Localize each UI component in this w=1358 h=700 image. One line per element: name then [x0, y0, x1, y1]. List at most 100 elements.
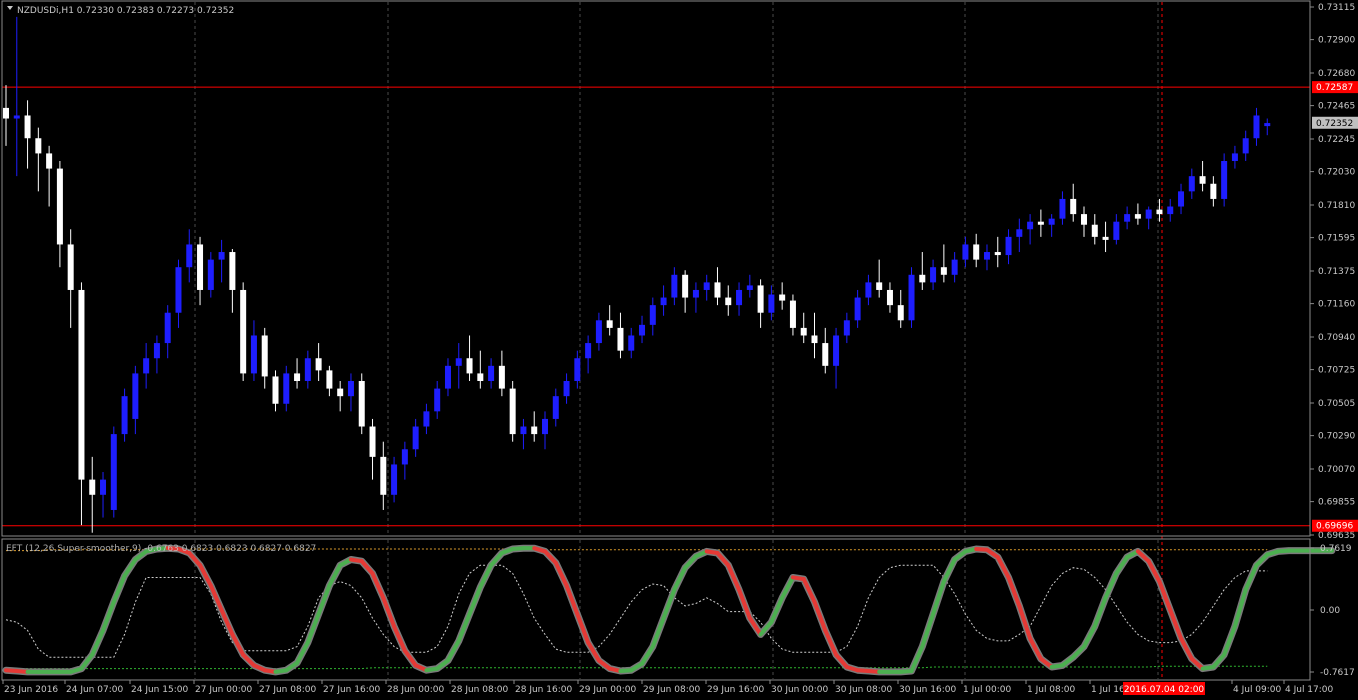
time-tick-label: 24 Jun 07:00 — [66, 685, 123, 695]
candle-body — [412, 426, 419, 450]
candle-body — [606, 320, 613, 328]
candle-body — [24, 115, 31, 139]
candle-body — [121, 396, 128, 435]
upper-level-label: 0.72587 — [1316, 83, 1353, 93]
candle-body — [272, 376, 279, 404]
price-tick-label: 0.73115 — [1318, 3, 1355, 13]
crosshair-time-label: 2016.07.04 02:00 — [1124, 685, 1205, 695]
candle-body — [574, 358, 581, 381]
time-tick-label: 24 Jun 15:00 — [131, 685, 188, 695]
candle-body — [132, 373, 139, 419]
time-tick-label: 30 Jun 00:00 — [771, 685, 828, 695]
candle-body — [800, 327, 807, 336]
candle-body — [736, 289, 743, 306]
candle-body — [175, 267, 182, 313]
candle-body — [488, 365, 495, 381]
candle-body — [229, 252, 236, 290]
candle-body — [143, 358, 150, 374]
candle-body — [380, 456, 387, 495]
candle-body — [315, 358, 322, 371]
candle-body — [1231, 153, 1238, 161]
candle-body — [940, 267, 947, 275]
candle-body — [1221, 161, 1228, 199]
candle-body — [304, 358, 311, 381]
time-tick-label: 29 Jun 16:00 — [707, 685, 764, 695]
candle[interactable] — [1221, 153, 1228, 207]
candle-body — [46, 153, 53, 169]
candle[interactable] — [121, 388, 128, 442]
candle-body — [67, 244, 74, 290]
candle-body — [423, 411, 430, 427]
candle-body — [444, 365, 451, 389]
current-price-label: 0.72352 — [1316, 119, 1353, 129]
candle-body — [250, 335, 257, 374]
candle-body — [153, 343, 160, 359]
candle-body — [56, 168, 63, 245]
candle-body — [973, 244, 980, 260]
candle-body — [757, 285, 764, 313]
candle-body — [434, 388, 441, 412]
candle-body — [585, 343, 592, 359]
candle-body — [89, 479, 96, 495]
price-tick-label: 0.72465 — [1318, 102, 1355, 112]
candle-body — [3, 107, 9, 119]
candle-body — [789, 300, 796, 328]
candle-body — [639, 324, 646, 336]
price-tick-label: 0.72030 — [1318, 168, 1355, 178]
time-tick-label: 29 Jun 00:00 — [579, 685, 636, 695]
candle[interactable] — [358, 373, 365, 435]
candle-body — [1124, 214, 1131, 222]
time-tick-label: 1 Jul 16 — [1091, 685, 1125, 695]
candle-body — [13, 115, 20, 119]
price-tick-label: 0.70290 — [1318, 432, 1355, 442]
candle-body — [692, 289, 699, 298]
candle-body — [865, 282, 872, 298]
candle-body — [768, 294, 775, 313]
time-tick-label: 28 Jun 00:00 — [387, 685, 444, 695]
candle[interactable] — [110, 426, 117, 518]
candle-body — [358, 381, 365, 427]
time-tick-label: 4 Jul 17:00 — [1285, 685, 1334, 695]
candle-body — [779, 294, 786, 301]
candle-body — [563, 381, 570, 397]
candle-body — [994, 252, 1001, 256]
trading-chart[interactable]: NZDUSDi,H1 0.72330 0.72383 0.72273 0.723… — [0, 0, 1358, 700]
candle-body — [100, 479, 107, 495]
candle-body — [833, 335, 840, 366]
candle-body — [164, 312, 171, 344]
candle[interactable] — [509, 381, 516, 442]
candle-body — [649, 305, 656, 325]
time-tick-label: 1 Jul 00:00 — [963, 685, 1012, 695]
candle-body — [843, 320, 850, 336]
indicator-tick-label: 0.7619 — [1320, 544, 1352, 554]
candle-body — [1264, 123, 1271, 127]
candle-body — [1134, 214, 1141, 219]
candle-body — [1113, 221, 1120, 240]
candle-body — [962, 244, 969, 260]
candle-body — [347, 381, 354, 397]
candle[interactable] — [908, 267, 915, 328]
candle-body — [455, 358, 462, 366]
price-tick-label: 0.71595 — [1318, 234, 1355, 244]
candle-body — [682, 274, 689, 298]
candle-body — [294, 373, 301, 381]
price-tick-label: 0.70725 — [1318, 366, 1355, 376]
candle-body — [283, 373, 290, 404]
price-tick-label: 0.69855 — [1318, 498, 1355, 508]
candle-body — [401, 449, 408, 465]
candle[interactable] — [240, 282, 247, 381]
candle-body — [919, 274, 926, 283]
candle-body — [207, 259, 214, 290]
candle-body — [1167, 206, 1174, 215]
candle-body — [197, 244, 204, 290]
price-tick-label: 0.71160 — [1318, 300, 1355, 310]
candle-body — [595, 320, 602, 344]
indicator-tick-label: -0.7617 — [1320, 668, 1355, 678]
candle-body — [369, 426, 376, 457]
candle-body — [531, 426, 538, 435]
indicator-tick-label: 0.00 — [1320, 606, 1340, 616]
candle-body — [983, 252, 990, 260]
price-tick-label: 0.69635 — [1318, 531, 1355, 541]
candle-body — [1070, 198, 1077, 215]
candle-body — [186, 244, 193, 268]
